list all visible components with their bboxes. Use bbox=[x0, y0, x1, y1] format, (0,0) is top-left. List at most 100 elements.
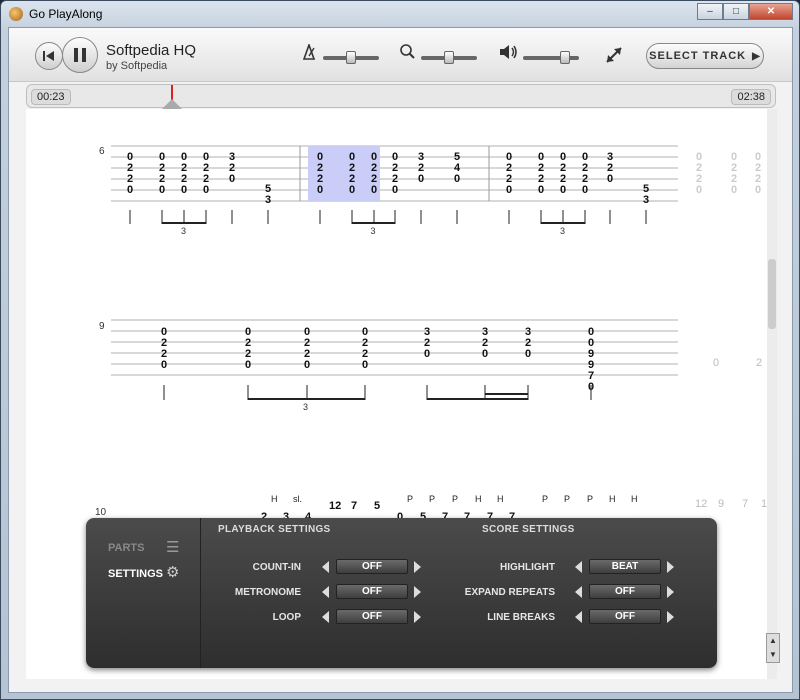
volume-slider[interactable] bbox=[523, 51, 579, 64]
metronome-value[interactable]: OFF bbox=[336, 584, 408, 599]
close-button[interactable]: ✕ bbox=[749, 3, 793, 20]
technique-label: sl. bbox=[293, 494, 302, 504]
window-title: Go PlayAlong bbox=[29, 7, 103, 21]
line-breaks-prev-arrow[interactable] bbox=[575, 611, 582, 623]
triplet-label: 3 bbox=[560, 226, 565, 236]
measure-number: 9 bbox=[99, 321, 105, 332]
technique-label: P bbox=[564, 494, 570, 504]
tab-note: 0 bbox=[229, 173, 235, 185]
tab-note: 0 bbox=[582, 184, 588, 196]
technique-label: P bbox=[542, 494, 548, 504]
triplet-label: 3 bbox=[181, 226, 186, 236]
tab-note-faded: 2 bbox=[756, 357, 762, 369]
technique-label: H bbox=[271, 494, 278, 504]
tab-note-faded: 9 bbox=[718, 498, 724, 510]
total-time: 02:38 bbox=[731, 89, 771, 105]
tab-note: 0 bbox=[203, 184, 209, 196]
tab-note: 0 bbox=[424, 348, 430, 360]
volume-slider-knob[interactable] bbox=[559, 51, 570, 64]
highlight-prev-arrow[interactable] bbox=[575, 561, 582, 573]
skip-back-icon bbox=[43, 51, 54, 61]
tab-note: 0 bbox=[506, 184, 512, 196]
expand-repeats-next-arrow[interactable] bbox=[667, 586, 674, 598]
pause-button[interactable] bbox=[62, 37, 98, 73]
title-bar: Go PlayAlong – □ ✕ bbox=[1, 1, 799, 27]
technique-label: H bbox=[609, 494, 616, 504]
tempo-slider[interactable] bbox=[323, 51, 379, 64]
tempo-slider-knob[interactable] bbox=[346, 51, 356, 64]
zoom-slider[interactable] bbox=[421, 51, 477, 64]
select-track-button[interactable]: SELECT TRACK ▶ bbox=[646, 43, 764, 69]
tab-note: 0 bbox=[392, 184, 398, 196]
tab-note: 12 bbox=[329, 500, 341, 512]
loop-value[interactable]: OFF bbox=[336, 609, 408, 624]
triplet-label: 3 bbox=[303, 402, 308, 412]
expand-icon[interactable] bbox=[604, 45, 624, 70]
zoom-slider-knob[interactable] bbox=[444, 51, 454, 64]
metronome-label: METRONOME bbox=[234, 587, 301, 598]
gear-icon: ⚙ bbox=[166, 564, 180, 581]
tab-note-faded: 7 bbox=[742, 498, 748, 510]
playhead-handle[interactable] bbox=[162, 99, 182, 109]
select-track-label: SELECT TRACK bbox=[649, 50, 747, 62]
client-area: Softpedia HQ by Softpedia SELECT TRACK ▶ bbox=[8, 27, 793, 693]
previous-button[interactable] bbox=[35, 42, 63, 70]
tab-note: 0 bbox=[161, 359, 167, 371]
loop-next-arrow[interactable] bbox=[414, 611, 421, 623]
scroll-arrows[interactable]: ▲ ▼ bbox=[766, 633, 780, 663]
measure-number: 10 bbox=[95, 507, 107, 518]
app-icon bbox=[9, 7, 23, 21]
tab-note: 3 bbox=[643, 194, 649, 206]
current-time: 00:23 bbox=[31, 89, 71, 105]
tab-note: 0 bbox=[418, 173, 424, 185]
tab-note: 5 bbox=[374, 500, 380, 512]
technique-label: P bbox=[429, 494, 435, 504]
tab-settings[interactable]: SETTINGS bbox=[108, 568, 163, 580]
count-in-prev-arrow[interactable] bbox=[322, 561, 329, 573]
tab-note: 0 bbox=[127, 184, 133, 196]
line-breaks-next-arrow[interactable] bbox=[667, 611, 674, 623]
panel-tabs: PARTS ☰ SETTINGS ⚙ bbox=[86, 518, 201, 668]
highlight-next-arrow[interactable] bbox=[667, 561, 674, 573]
count-in-value[interactable]: OFF bbox=[336, 559, 408, 574]
maximize-button[interactable]: □ bbox=[723, 3, 749, 20]
score-settings-header: SCORE SETTINGS bbox=[482, 524, 575, 535]
artist-name: by Softpedia bbox=[106, 60, 168, 72]
metronome-next-arrow[interactable] bbox=[414, 586, 421, 598]
technique-label: P bbox=[452, 494, 458, 504]
magnifier-icon bbox=[400, 44, 416, 65]
arrow-right-icon: ▶ bbox=[752, 50, 761, 62]
metronome-prev-arrow[interactable] bbox=[322, 586, 329, 598]
loop-prev-arrow[interactable] bbox=[322, 611, 329, 623]
tab-parts[interactable]: PARTS bbox=[108, 542, 144, 554]
technique-label: H bbox=[631, 494, 638, 504]
playback-settings-header: PLAYBACK SETTINGS bbox=[218, 524, 331, 535]
tab-note: 0 bbox=[607, 173, 613, 185]
tab-note: 0 bbox=[560, 184, 566, 196]
expand-repeats-prev-arrow[interactable] bbox=[575, 586, 582, 598]
tab-note: 0 bbox=[525, 348, 531, 360]
line-breaks-label: LINE BREAKS bbox=[487, 612, 555, 623]
technique-label: H bbox=[475, 494, 482, 504]
loop-label: LOOP bbox=[272, 612, 301, 623]
count-in-label: COUNT-IN bbox=[252, 562, 301, 573]
tab-note: 7 bbox=[351, 500, 357, 512]
line-breaks-value[interactable]: OFF bbox=[589, 609, 661, 624]
settings-panel: PARTS ☰ SETTINGS ⚙ PLAYBACK SETTINGS SCO… bbox=[86, 518, 717, 668]
tab-note-faded: 0 bbox=[731, 184, 737, 196]
scrollbar-thumb[interactable] bbox=[768, 259, 776, 329]
tab-note: 0 bbox=[349, 184, 355, 196]
vertical-scrollbar[interactable] bbox=[767, 109, 777, 679]
pause-icon bbox=[74, 48, 86, 62]
tab-note: 0 bbox=[181, 184, 187, 196]
minimize-button[interactable]: – bbox=[697, 3, 723, 20]
tab-note: 0 bbox=[317, 184, 323, 196]
count-in-next-arrow[interactable] bbox=[414, 561, 421, 573]
highlight-value[interactable]: BEAT bbox=[589, 559, 661, 574]
highlight-label: HIGHLIGHT bbox=[500, 562, 555, 573]
list-icon: ☰ bbox=[166, 539, 180, 556]
player-toolbar: Softpedia HQ by Softpedia SELECT TRACK ▶ bbox=[9, 28, 792, 82]
expand-repeats-label: EXPAND REPEATS bbox=[464, 587, 555, 598]
expand-repeats-value[interactable]: OFF bbox=[589, 584, 661, 599]
progress-timeline[interactable]: 00:23 02:38 bbox=[26, 84, 776, 109]
